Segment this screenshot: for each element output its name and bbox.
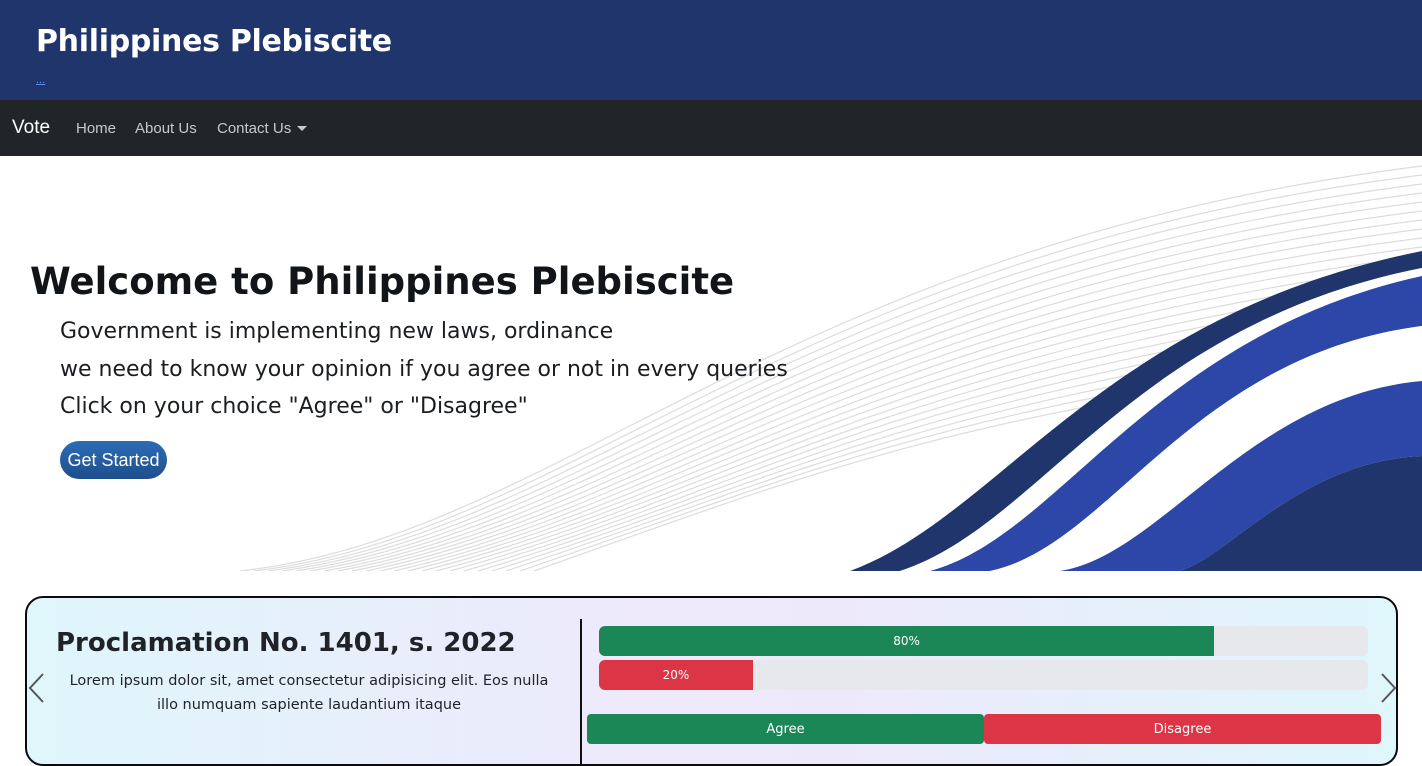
hero-text-line: Government is implementing new laws, ord…	[60, 319, 614, 344]
poll-divider	[580, 619, 582, 764]
agree-progress-fill: 80%	[599, 626, 1215, 656]
disagree-progress-bar: 20%	[599, 660, 1368, 690]
hero-text-line: we need to know your opinion if you agre…	[60, 357, 788, 382]
hero-text-line: Click on your choice "Agree" or "Disagre…	[60, 394, 528, 419]
agree-button[interactable]: Agree	[587, 714, 984, 744]
poll-title: Proclamation No. 1401, s. 2022	[56, 628, 516, 658]
hero-section: Welcome to Philippines Plebiscite Govern…	[0, 156, 1422, 571]
poll-card: Proclamation No. 1401, s. 2022 Lorem ips…	[25, 596, 1398, 766]
nav-item-about-us[interactable]: About Us	[135, 120, 197, 137]
header-link[interactable]: ...	[36, 74, 45, 86]
nav-item-contact-us-label: Contact Us	[217, 120, 292, 137]
navbar-brand[interactable]: Vote	[12, 117, 50, 139]
chevron-right-icon[interactable]	[1378, 671, 1398, 705]
disagree-progress-fill: 20%	[599, 660, 753, 690]
poll-description: Lorem ipsum dolor sit, amet consectetur …	[69, 673, 549, 713]
disagree-button[interactable]: Disagree	[984, 714, 1381, 744]
site-title: Philippines Plebiscite	[36, 24, 392, 59]
hero-title: Welcome to Philippines Plebiscite	[30, 260, 735, 303]
get-started-button[interactable]: Get Started	[60, 441, 167, 479]
nav-item-contact-us[interactable]: Contact Us	[217, 120, 308, 137]
caret-down-icon	[297, 125, 308, 131]
nav-item-home[interactable]: Home	[76, 120, 116, 137]
chevron-left-icon[interactable]	[27, 671, 47, 705]
main-navbar: Vote Home About Us Contact Us	[0, 100, 1422, 156]
site-header: Philippines Plebiscite ...	[0, 0, 1422, 100]
agree-progress-bar: 80%	[599, 626, 1368, 656]
